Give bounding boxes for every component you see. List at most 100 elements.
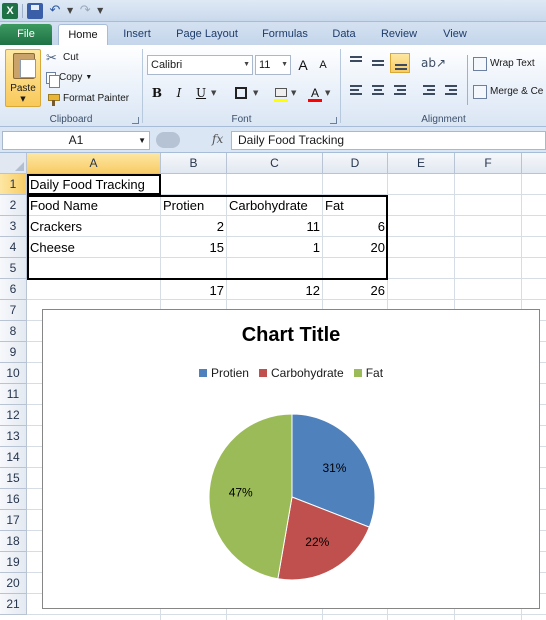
chevron-down-icon[interactable]: ▼ [291,83,296,103]
underline-button[interactable]: U [191,83,211,103]
gridline [27,614,546,615]
column-header-b[interactable]: B [161,153,227,174]
align-center-button[interactable] [368,81,388,101]
pie-chart[interactable]: Chart Title Protien Carbohydrate Fat 31%… [42,309,540,609]
bold-button[interactable]: B [147,83,167,103]
dialog-launcher-icon[interactable] [132,117,139,124]
chevron-down-icon[interactable]: ▼ [211,83,216,103]
tab-page-layout[interactable]: Page Layout [168,24,246,45]
save-icon[interactable] [27,3,43,19]
grow-font-button[interactable]: A [293,55,313,75]
dialog-launcher-icon[interactable] [330,117,337,124]
row-header-9[interactable]: 9 [0,342,27,363]
column-header-f[interactable]: F [455,153,522,174]
format-painter-label: Format Painter [63,93,130,104]
italic-button[interactable]: I [169,83,189,103]
ribbon: Paste ▼ Cut Copy ▼ Format Painter Clipbo… [0,45,546,127]
row-header-18[interactable]: 18 [0,531,27,552]
align-right-button[interactable] [390,81,410,101]
row-header-19[interactable]: 19 [0,552,27,573]
font-group-label: Font [231,114,252,125]
undo-dropdown-icon[interactable]: ▼ [67,3,73,19]
wrap-text-button[interactable]: Wrap Text [473,55,535,73]
fill-color-button[interactable] [271,83,291,103]
row-header-10[interactable]: 10 [0,363,27,384]
row-header-4[interactable]: 4 [0,237,27,258]
row-header-16[interactable]: 16 [0,489,27,510]
row-header-3[interactable]: 3 [0,216,27,237]
chevron-down-icon: ▼ [243,61,250,68]
undo-icon[interactable]: ↶ [47,3,63,19]
align-top-button[interactable] [346,53,366,73]
ribbon-tabs: File Home Insert Page Layout Formulas Da… [0,22,546,46]
chevron-down-icon: ▼ [138,136,146,145]
align-middle-icon [372,60,384,62]
row-header-5[interactable]: 5 [0,258,27,279]
tab-data[interactable]: Data [324,24,364,45]
row-header-11[interactable]: 11 [0,384,27,405]
align-left-button[interactable] [346,81,366,101]
row-header-20[interactable]: 20 [0,573,27,594]
row-header-6[interactable]: 6 [0,279,27,300]
tab-home[interactable]: Home [58,24,108,46]
chevron-down-icon: ▼ [281,61,288,68]
tab-formulas[interactable]: Formulas [254,24,316,45]
fill-color-swatch [274,99,288,102]
row-header-14[interactable]: 14 [0,447,27,468]
select-all-button[interactable] [0,153,27,174]
borders-button[interactable] [231,83,251,103]
icon-line [372,64,384,66]
align-left-icon [350,85,362,87]
column-header-e[interactable]: E [388,153,455,174]
column-header-g-partial[interactable] [522,153,546,174]
row-header-8[interactable]: 8 [0,321,27,342]
increase-indent-button[interactable] [441,81,461,101]
column-header-d[interactable]: D [323,153,388,174]
row-header-7[interactable]: 7 [0,300,27,321]
merge-center-button[interactable]: Merge & Ce [473,83,543,101]
row-header-13[interactable]: 13 [0,426,27,447]
icon-line [395,68,407,70]
column-header-a[interactable]: A [27,153,161,174]
align-bottom-button[interactable] [390,53,410,73]
cell-c6[interactable]: 12 [227,280,320,301]
row-header-1[interactable]: 1 [0,174,27,195]
customize-qat-icon[interactable]: ▼ [97,3,103,19]
row-header-2[interactable]: 2 [0,195,27,216]
insert-function-button[interactable]: fx [212,132,223,146]
tab-review[interactable]: Review [372,24,426,45]
font-name-select[interactable]: Calibri ▼ [147,55,253,75]
excel-icon[interactable]: X [2,3,18,19]
font-color-button[interactable]: A [305,83,325,103]
redo-icon[interactable]: ↷ [77,3,93,19]
shrink-font-button[interactable]: A [313,55,333,75]
font-size-select[interactable]: 11 ▼ [255,55,291,75]
row-header-12[interactable]: 12 [0,405,27,426]
row-header-15[interactable]: 15 [0,468,27,489]
paintbrush-icon [46,92,60,106]
column-header-c[interactable]: C [227,153,323,174]
paste-button[interactable]: Paste ▼ [5,49,41,107]
orientation-button[interactable]: ab↗ [421,53,446,73]
cell-b6[interactable]: 17 [161,280,224,301]
format-painter-button[interactable]: Format Painter [46,90,129,108]
formula-bar: A1 ▼ fx Daily Food Tracking [0,127,546,153]
align-middle-button[interactable] [368,53,388,73]
formula-buttons: fx [152,131,230,150]
copy-button[interactable]: Copy ▼ [46,69,92,88]
cell-d6[interactable]: 26 [323,280,385,301]
tab-file[interactable]: File [0,24,52,45]
decrease-indent-button[interactable] [419,81,439,101]
chevron-down-icon[interactable]: ▼ [253,83,258,103]
tab-view[interactable]: View [434,24,476,45]
formula-input[interactable]: Daily Food Tracking [231,131,546,150]
row-header-21[interactable]: 21 [0,594,27,615]
cut-button[interactable]: Cut [46,49,79,67]
alignment-group: ab↗ Wrap Text Merge & Ce Alignment [341,45,546,127]
scissors-icon [46,49,60,67]
row-header-17[interactable]: 17 [0,510,27,531]
chevron-down-icon[interactable]: ▼ [325,83,330,103]
name-box[interactable]: A1 ▼ [2,131,150,150]
tab-insert[interactable]: Insert [114,24,160,45]
pie-plot-area: 31% 22% 47% [208,413,376,581]
